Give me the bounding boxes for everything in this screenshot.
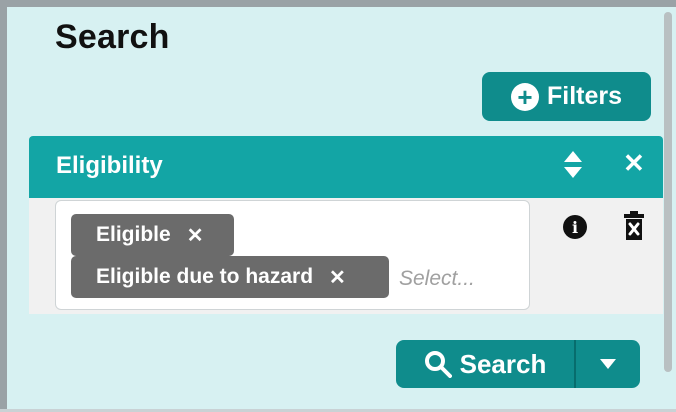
filters-button[interactable]: + Filters [482, 72, 651, 121]
search-button[interactable]: Search [396, 340, 574, 388]
search-panel-frame: Search + Filters Eligibility ✕ Eligible … [0, 0, 676, 412]
eligibility-filter-card: Eligibility ✕ Eligible ✕ Eligible due to… [29, 136, 663, 314]
frame-border-top [0, 0, 676, 7]
search-options-dropdown[interactable] [576, 340, 640, 388]
frame-border-left [0, 0, 7, 412]
search-button-label: Search [459, 348, 547, 379]
eligibility-card-header: Eligibility ✕ [29, 136, 663, 198]
select-placeholder[interactable]: Select... [399, 267, 475, 291]
eligibility-tag-label: Eligible due to hazard [96, 265, 314, 288]
caret-down-icon [600, 359, 616, 369]
tag-remove-icon[interactable]: ✕ [329, 265, 346, 290]
filters-button-label: Filters [546, 82, 623, 110]
sort-icon[interactable] [562, 148, 584, 182]
scrollbar[interactable] [664, 12, 672, 372]
eligibility-tag: Eligible due to hazard ✕ [71, 256, 389, 298]
eligibility-select[interactable]: Eligible ✕ Eligible due to hazard ✕ Sele… [55, 200, 530, 310]
page-title: Search [55, 18, 170, 56]
search-button-group: Search [396, 340, 640, 388]
plus-circle-icon: + [510, 82, 539, 111]
eligibility-card-title: Eligibility [56, 152, 163, 179]
search-icon [424, 351, 452, 378]
info-icon[interactable]: i [563, 215, 587, 239]
trash-icon[interactable] [623, 208, 645, 242]
eligibility-tag: Eligible ✕ [71, 214, 234, 256]
eligibility-tag-label: Eligible [96, 223, 171, 246]
close-icon[interactable]: ✕ [623, 150, 645, 176]
tag-remove-icon[interactable]: ✕ [187, 223, 204, 248]
